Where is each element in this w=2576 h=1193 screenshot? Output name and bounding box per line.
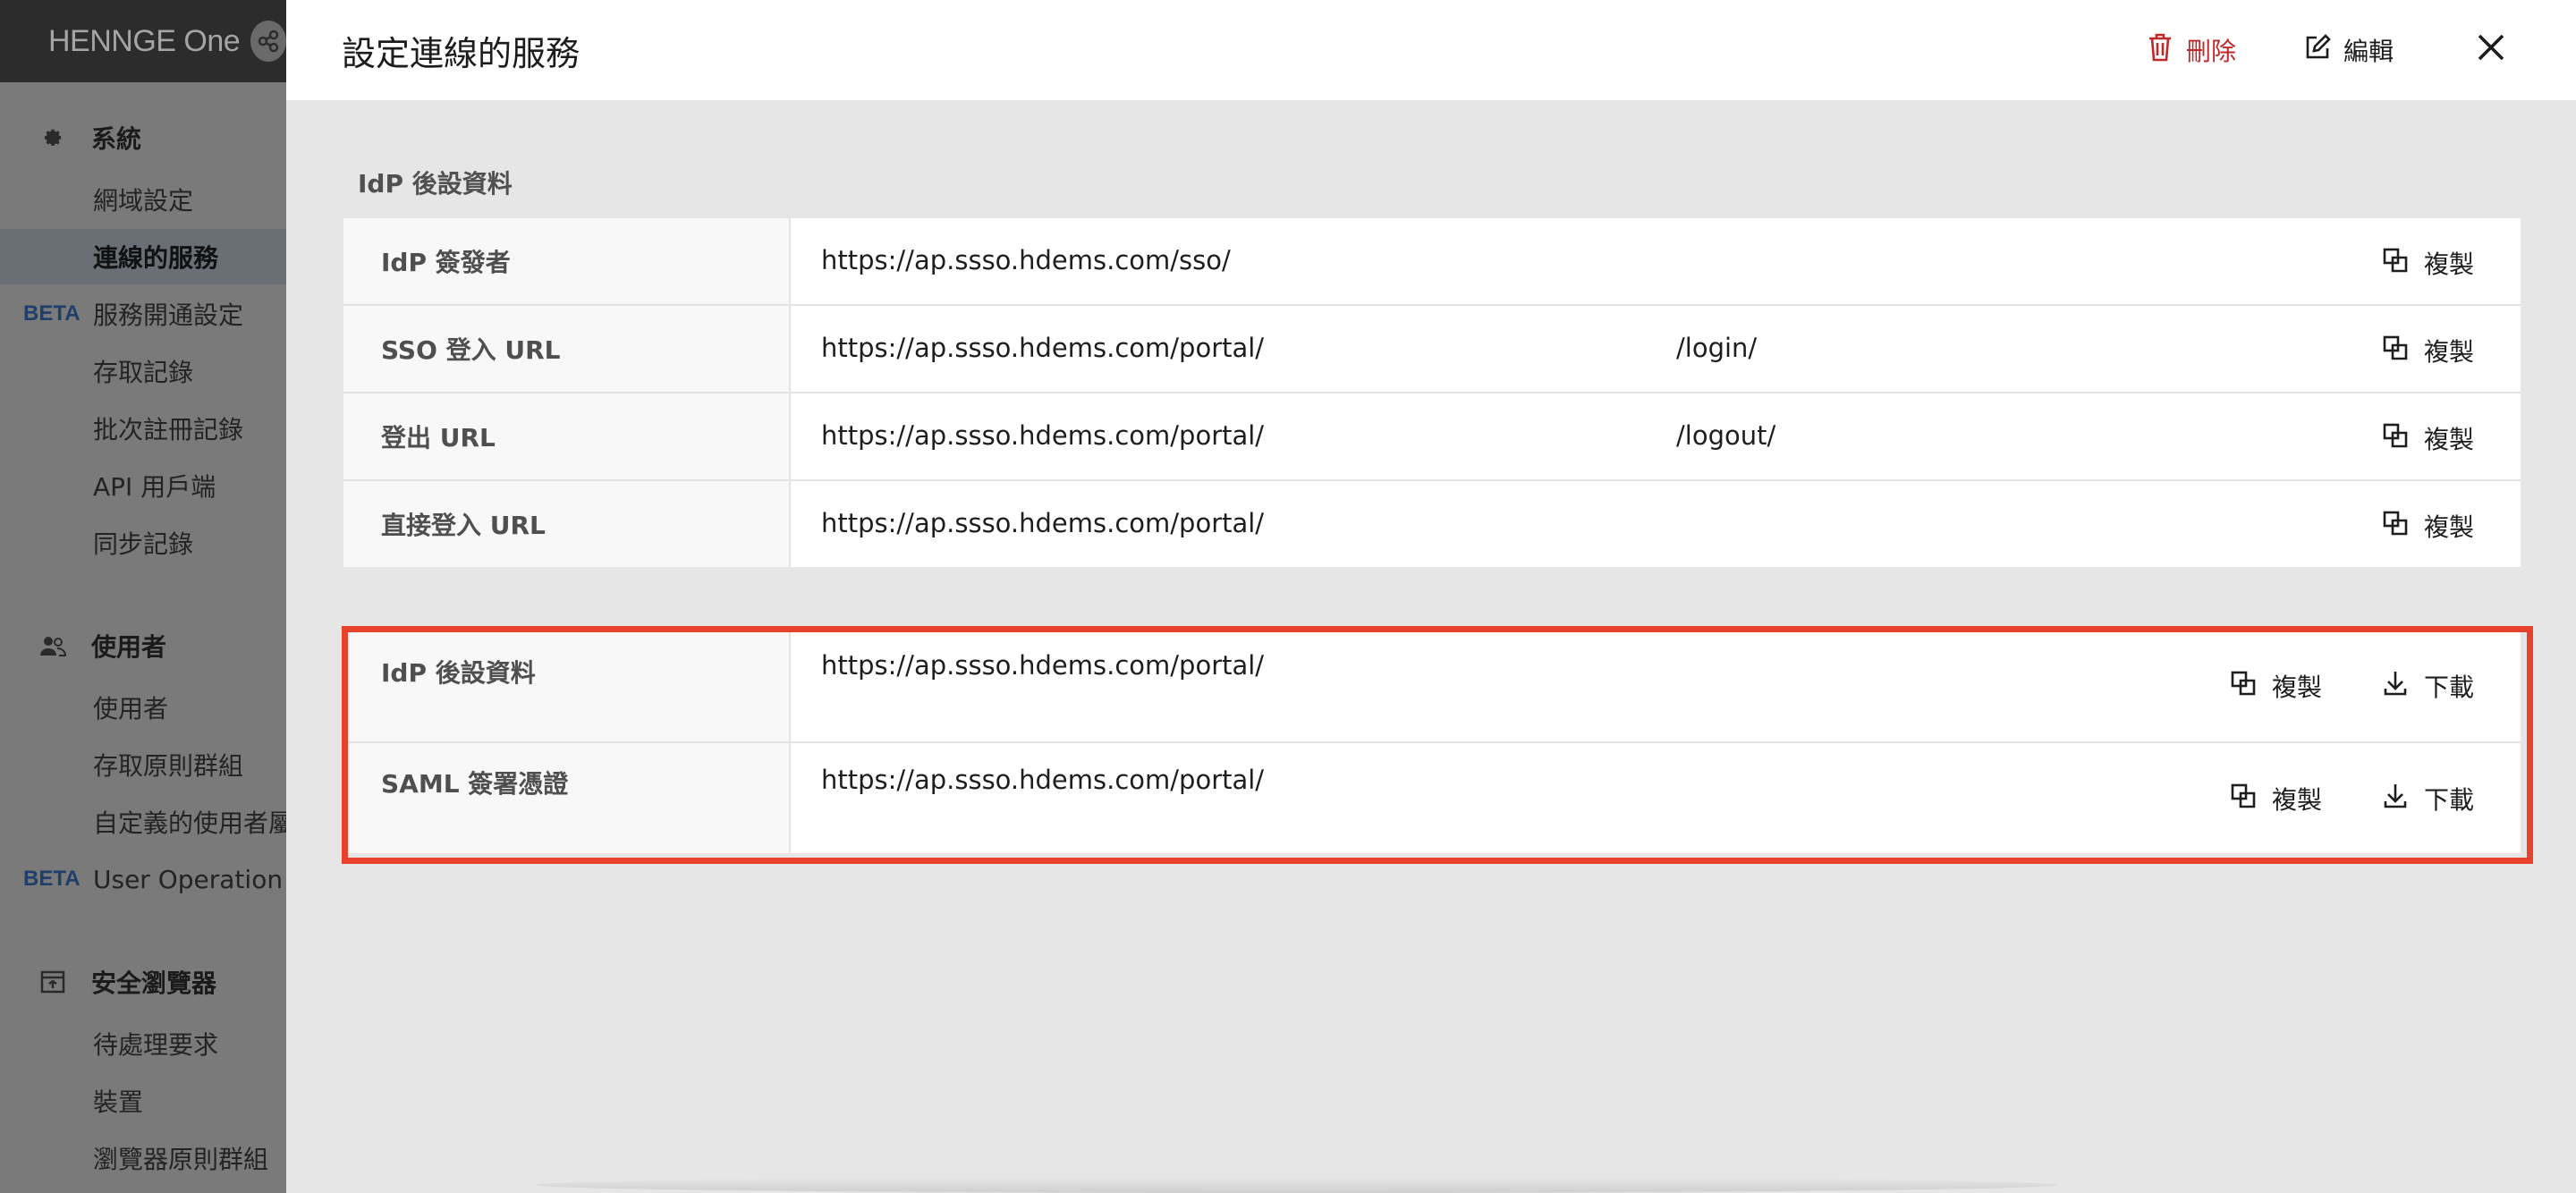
url-text: https://ap.ssso.hdems.com/portal/ [821, 420, 1265, 451]
delete-button[interactable]: 刪除 [2147, 30, 2236, 70]
url-tail-text: /logout/ [1676, 420, 1776, 451]
delete-label: 刪除 [2186, 37, 2237, 66]
sidebar-item-label: 連線的服務 [93, 243, 219, 273]
sidebar-section-system: 系統 [0, 109, 286, 166]
sidebar-item-domain-settings[interactable]: 網域設定 [0, 172, 286, 227]
row-value: https://ap.ssso.hdems.com/portal/ /login… [791, 306, 2521, 392]
brand-logo[interactable]: HENNGE One [48, 24, 241, 59]
close-button[interactable] [2469, 27, 2513, 72]
sidebar-item-connected-services[interactable]: 連線的服務 [0, 229, 286, 284]
beta-badge: BETA [23, 867, 80, 891]
sidebar-section-title: 安全瀏覽器 [91, 969, 217, 998]
close-icon [2477, 33, 2505, 65]
sidebar-item-label: 批次註冊記錄 [93, 415, 244, 444]
copy-icon [2383, 248, 2408, 279]
row-value: https://ap.ssso.hdems.com/portal/ /logou… [791, 393, 2521, 479]
sidebar-item-label: 同步記錄 [93, 529, 194, 559]
section-heading-idp-metadata: IdP 後設資料 [358, 169, 513, 199]
sidebar-item-user-operation-logs[interactable]: BETA User Operation Logs [0, 851, 286, 907]
sidebar-item-users[interactable]: 使用者 [0, 680, 286, 735]
sidebar-item-label: API 用戶端 [93, 472, 216, 502]
copy-button[interactable]: 複製 [2383, 508, 2474, 544]
sidebar-item-label: 自定義的使用者屬性 [93, 808, 286, 838]
copy-button[interactable]: 複製 [2383, 420, 2474, 456]
sidebar-item-label: 裝置 [93, 1087, 144, 1117]
sidebar-section-title: 系統 [91, 124, 142, 154]
sidebar-item-custom-user-attributes[interactable]: 自定義的使用者屬性 [0, 794, 286, 850]
table-row: 直接登入 URL https://ap.ssso.hdems.com/porta… [343, 481, 2521, 567]
url-text: https://ap.ssso.hdems.com/portal/ [821, 508, 1265, 538]
copy-label: 複製 [2424, 425, 2475, 454]
row-label: 登出 URL [343, 393, 791, 479]
sidebar-section-secure-browser: 安全瀏覽器 [0, 953, 286, 1011]
copy-label: 複製 [2424, 250, 2475, 279]
sidebar-item-api-clients[interactable]: API 用戶端 [0, 458, 286, 513]
modal-header: 設定連線的服務 刪除 編輯 [286, 0, 2576, 100]
highlight-box [342, 626, 2533, 864]
modal-title: 設定連線的服務 [342, 33, 580, 73]
secure-browser-icon [39, 969, 66, 995]
sidebar-item-label: 網域設定 [93, 186, 194, 216]
copy-icon [2383, 335, 2408, 367]
gear-icon [39, 124, 66, 151]
edit-button[interactable]: 編輯 [2304, 30, 2394, 70]
sidebar-item-label: 存取原則群組 [93, 751, 244, 781]
sidebar: HENNGE One 系統 網域設定 連線的服務 BETA 服務開通設定 存取記錄… [0, 0, 286, 1193]
beta-badge: BETA [23, 301, 80, 326]
sidebar-item-label: 存取記錄 [93, 358, 194, 387]
copy-icon [2383, 511, 2408, 542]
brand-mark-icon [250, 21, 286, 62]
connected-service-settings-modal: 設定連線的服務 刪除 編輯 IdP 後設資料 IdP 簽發者 https://a… [286, 0, 2576, 1193]
copy-label: 複製 [2424, 512, 2475, 542]
sidebar-item-label: 待處理要求 [93, 1030, 219, 1060]
row-label: SSO 登入 URL [343, 306, 791, 392]
copy-button[interactable]: 複製 [2383, 333, 2474, 368]
row-label: 直接登入 URL [343, 481, 791, 567]
copy-icon [2383, 423, 2408, 454]
row-value: https://ap.ssso.hdems.com/sso/ 複製 [791, 218, 2521, 304]
edit-label: 編輯 [2343, 37, 2394, 66]
row-value: https://ap.ssso.hdems.com/portal/ 複製 [791, 481, 2521, 567]
sidebar-item-label: 瀏覽器原則群組 [93, 1145, 269, 1174]
sidebar-item-browser-policy-groups[interactable]: 瀏覽器原則群組 [0, 1130, 286, 1186]
sidebar-item-label: 使用者 [93, 694, 169, 723]
sidebar-item-label: 服務開通設定 [93, 300, 244, 330]
copy-button[interactable]: 複製 [2383, 245, 2474, 281]
trash-icon [2147, 32, 2174, 69]
table-row: 登出 URL https://ap.ssso.hdems.com/portal/… [343, 393, 2521, 481]
url-text: https://ap.ssso.hdems.com/portal/ [821, 333, 1265, 363]
sidebar-item-devices[interactable]: 裝置 [0, 1073, 286, 1129]
sidebar-item-provisioning[interactable]: BETA 服務開通設定 [0, 286, 286, 342]
table-row: IdP 簽發者 https://ap.ssso.hdems.com/sso/ 複… [343, 218, 2521, 306]
sidebar-item-access-logs[interactable]: 存取記錄 [0, 343, 286, 399]
row-label: IdP 簽發者 [343, 218, 791, 304]
table-row: SSO 登入 URL https://ap.ssso.hdems.com/por… [343, 306, 2521, 393]
brand-bar: HENNGE One [0, 0, 286, 82]
sidebar-item-sync-logs[interactable]: 同步記錄 [0, 515, 286, 571]
idp-info-table: IdP 簽發者 https://ap.ssso.hdems.com/sso/ 複… [343, 218, 2521, 567]
sidebar-section-title: 使用者 [91, 632, 167, 662]
sidebar-item-pending-requests[interactable]: 待處理要求 [0, 1016, 286, 1071]
edit-icon [2304, 33, 2331, 67]
sidebar-item-bulk-registration-logs[interactable]: 批次註冊記錄 [0, 401, 286, 456]
sidebar-item-access-policy-groups[interactable]: 存取原則群組 [0, 737, 286, 792]
users-icon [39, 632, 66, 659]
sidebar-item-label: User Operation Logs [93, 864, 286, 894]
url-text: https://ap.ssso.hdems.com/sso/ [821, 245, 1231, 275]
sidebar-section-users: 使用者 [0, 617, 286, 674]
bottom-shadow [537, 1177, 2057, 1193]
copy-label: 複製 [2424, 337, 2475, 367]
url-tail-text: /login/ [1676, 333, 1758, 363]
